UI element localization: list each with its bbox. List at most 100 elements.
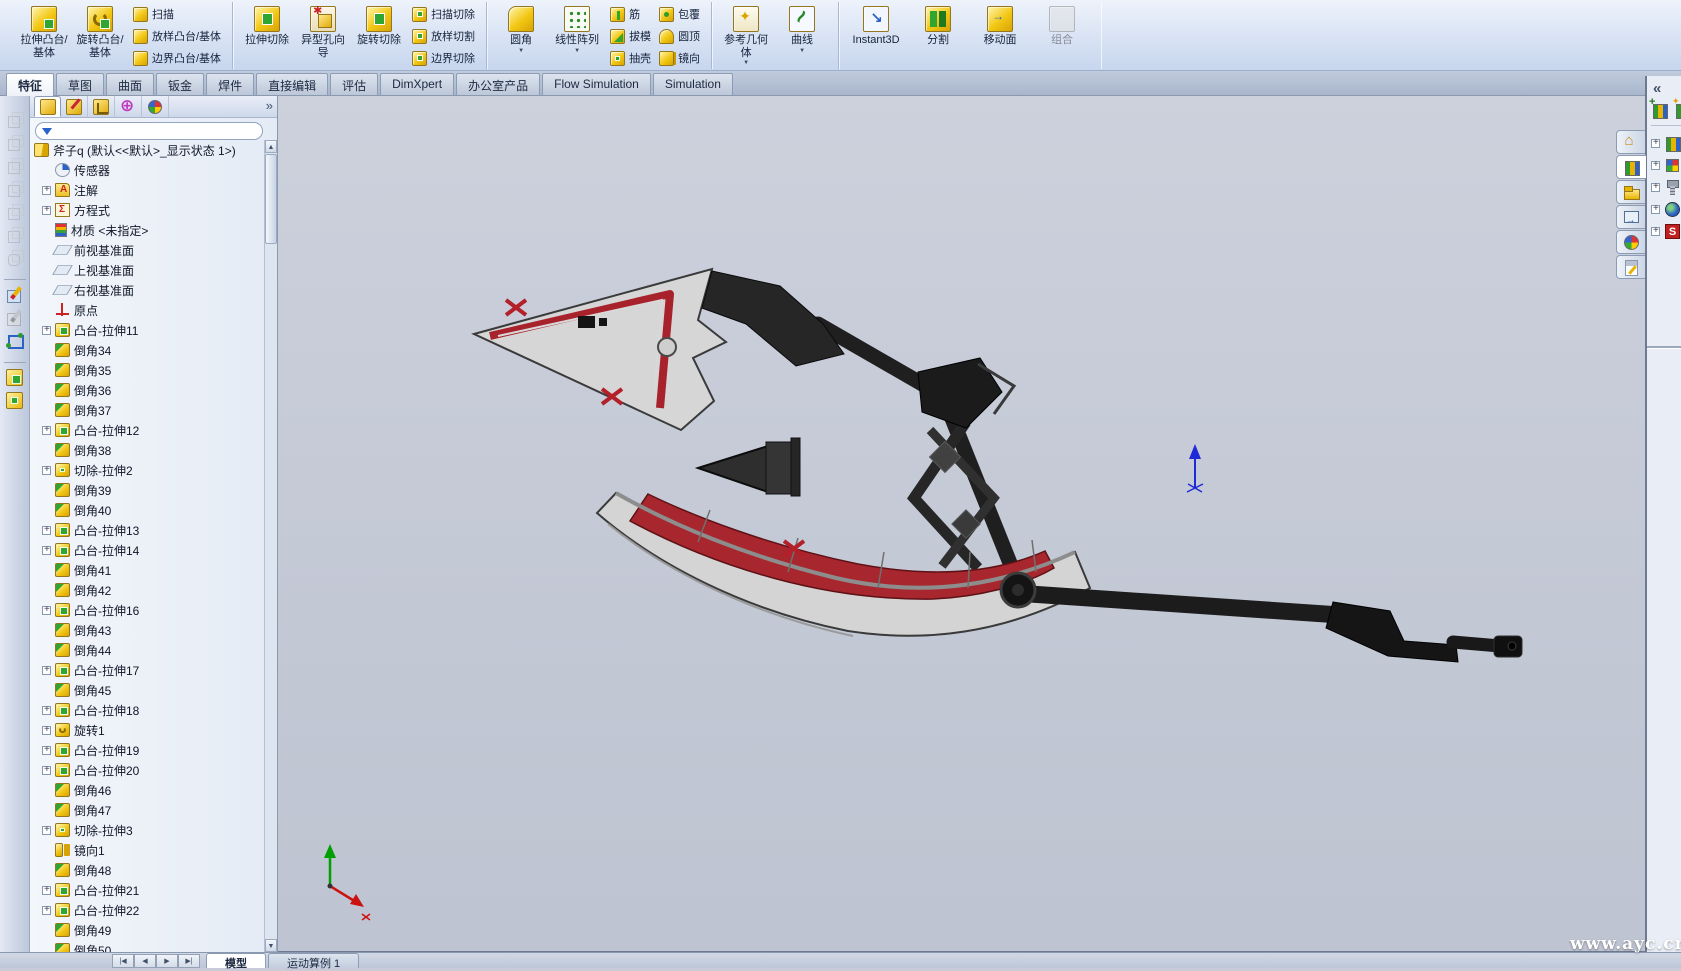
toolbar-button[interactable] bbox=[4, 200, 26, 222]
feature-tree-item[interactable]: 倒角39 bbox=[34, 480, 258, 500]
boundary-cut-button[interactable]: 边界切除 bbox=[409, 47, 478, 69]
toolbar-button[interactable] bbox=[4, 306, 26, 328]
mirror-button[interactable]: 镜向 bbox=[656, 47, 703, 69]
swept-cut-button[interactable]: 扫描切除 bbox=[409, 3, 478, 25]
feature-tree-item[interactable]: 前视基准面 bbox=[34, 240, 258, 260]
bottom-tab[interactable]: 运动算例 1 bbox=[268, 953, 359, 968]
taskpane-tab[interactable] bbox=[1616, 255, 1645, 279]
extrude-boss-button[interactable]: 拉伸凸台/基体 bbox=[16, 3, 72, 60]
revolve-boss-button[interactable]: 旋转凸台/基体 bbox=[72, 3, 128, 60]
linear-pattern-button[interactable]: 线性阵列 bbox=[549, 3, 605, 55]
manager-tab[interactable] bbox=[142, 96, 169, 117]
expand-toggle-icon[interactable] bbox=[1651, 161, 1660, 170]
fillet-button[interactable]: 圆角 bbox=[493, 3, 549, 55]
axe-model[interactable] bbox=[474, 269, 1522, 662]
command-tab[interactable]: 特征 bbox=[6, 73, 54, 96]
feature-tree-item[interactable]: 方程式 bbox=[34, 200, 258, 220]
taskpane-tab[interactable] bbox=[1616, 205, 1645, 229]
shell-button[interactable]: 抽壳 bbox=[607, 47, 654, 69]
feature-tree-item[interactable]: 上视基准面 bbox=[34, 260, 258, 280]
feature-tree-item[interactable]: 倒角47 bbox=[34, 800, 258, 820]
expand-toggle-icon[interactable] bbox=[42, 906, 51, 915]
dropdown-arrow-icon[interactable] bbox=[518, 48, 524, 54]
expand-toggle-icon[interactable] bbox=[1651, 139, 1660, 148]
expand-toggle-icon[interactable] bbox=[42, 526, 51, 535]
expand-toggle-icon[interactable] bbox=[42, 766, 51, 775]
add-file-location-icon[interactable] bbox=[1674, 102, 1681, 119]
feature-tree-item[interactable]: 材质 <未指定> bbox=[34, 220, 258, 240]
taskpane-splitter[interactable] bbox=[1647, 346, 1681, 349]
command-tab[interactable]: 直接编辑 bbox=[256, 73, 328, 95]
feature-tree-item[interactable]: 凸台-拉伸12 bbox=[34, 420, 258, 440]
feature-tree-scrollbar[interactable]: ▲ ▼ bbox=[264, 140, 277, 952]
expand-toggle-icon[interactable] bbox=[42, 326, 51, 335]
hole-wizard-button[interactable]: 异型孔向导 bbox=[295, 3, 351, 60]
expand-toggle-icon[interactable] bbox=[1651, 227, 1660, 236]
command-tab[interactable]: 办公室产品 bbox=[456, 73, 540, 95]
manager-tab[interactable] bbox=[61, 96, 88, 117]
feature-tree-item[interactable]: 倒角35 bbox=[34, 360, 258, 380]
split-button[interactable]: 分割 bbox=[907, 3, 969, 48]
filter-input[interactable] bbox=[58, 124, 256, 138]
feature-tree-item[interactable]: 倒角49 bbox=[34, 920, 258, 940]
toolbar-button[interactable] bbox=[4, 131, 26, 153]
scroll-down-arrow[interactable]: ▼ bbox=[265, 939, 277, 952]
feature-tree-item[interactable]: 凸台-拉伸21 bbox=[34, 880, 258, 900]
toolbar-button[interactable] bbox=[4, 329, 26, 351]
feature-tree-item[interactable]: 凸台-拉伸19 bbox=[34, 740, 258, 760]
feature-tree-item[interactable]: 倒角41 bbox=[34, 560, 258, 580]
expand-toggle-icon[interactable] bbox=[42, 206, 51, 215]
expand-toggle-icon[interactable] bbox=[42, 726, 51, 735]
expand-toggle-icon[interactable] bbox=[42, 606, 51, 615]
command-tab[interactable]: 钣金 bbox=[156, 73, 204, 95]
expand-toggle-icon[interactable] bbox=[1651, 205, 1660, 214]
manager-tab[interactable] bbox=[88, 96, 115, 117]
expand-toggle-icon[interactable] bbox=[1651, 183, 1660, 192]
dropdown-arrow-icon[interactable] bbox=[799, 48, 805, 54]
feature-tree-item[interactable]: 倒角37 bbox=[34, 400, 258, 420]
toolbar-button[interactable] bbox=[4, 223, 26, 245]
toolbar-button[interactable] bbox=[4, 177, 26, 199]
feature-tree-item[interactable]: 倒角50 bbox=[34, 940, 258, 952]
extruded-cut-button[interactable]: 拉伸切除 bbox=[239, 3, 295, 48]
expand-toggle-icon[interactable] bbox=[42, 886, 51, 895]
feature-tree-item[interactable]: 凸台-拉伸16 bbox=[34, 600, 258, 620]
taskpane-tab[interactable] bbox=[1616, 155, 1646, 179]
move-face-button[interactable]: 移动面 bbox=[969, 3, 1031, 48]
feature-tree-item[interactable]: 传感器 bbox=[34, 160, 258, 180]
lofted-cut-button[interactable]: 放样切割 bbox=[409, 25, 478, 47]
tab-scroll-prev-button[interactable]: ◀ bbox=[134, 954, 156, 968]
taskpane-tab[interactable] bbox=[1616, 230, 1645, 254]
toolbar-button[interactable] bbox=[4, 246, 26, 268]
expand-toggle-icon[interactable] bbox=[42, 546, 51, 555]
add-to-library-icon[interactable] bbox=[1651, 102, 1668, 119]
feature-tree-item[interactable]: 凸台-拉伸17 bbox=[34, 660, 258, 680]
graphics-viewport[interactable] bbox=[278, 96, 1645, 952]
feature-tree-root[interactable]: 斧子q (默认<<默认>_显示状态 1>) bbox=[34, 140, 258, 160]
tab-scroll-next-button[interactable]: ▶ bbox=[156, 954, 178, 968]
feature-tree-item[interactable]: 凸台-拉伸14 bbox=[34, 540, 258, 560]
toolbar-button[interactable] bbox=[4, 279, 26, 305]
expand-toggle-icon[interactable] bbox=[42, 426, 51, 435]
toolbar-button[interactable] bbox=[4, 389, 26, 411]
manager-tab[interactable] bbox=[115, 96, 142, 117]
feature-tree-item[interactable]: 凸台-拉伸20 bbox=[34, 760, 258, 780]
command-tab[interactable]: 焊件 bbox=[206, 73, 254, 95]
feature-tree-item[interactable]: 镜向1 bbox=[34, 840, 258, 860]
scrollbar-thumb[interactable] bbox=[265, 154, 277, 244]
scroll-up-arrow[interactable]: ▲ bbox=[265, 140, 277, 153]
feature-tree-item[interactable]: 切除-拉伸3 bbox=[34, 820, 258, 840]
boundary-boss-button[interactable]: 边界凸台/基体 bbox=[130, 47, 224, 69]
expand-toggle-icon[interactable] bbox=[42, 666, 51, 675]
toolbar-button[interactable] bbox=[4, 154, 26, 176]
design-library-node[interactable] bbox=[1651, 220, 1681, 242]
expand-toggle-icon[interactable] bbox=[42, 186, 51, 195]
draft-button[interactable]: 拔模 bbox=[607, 25, 654, 47]
curves-button[interactable]: 曲线 bbox=[774, 3, 830, 55]
design-library-node[interactable] bbox=[1651, 176, 1681, 198]
feature-tree-item[interactable]: 凸台-拉伸13 bbox=[34, 520, 258, 540]
feature-tree-item[interactable]: 倒角34 bbox=[34, 340, 258, 360]
feature-tree-item[interactable]: 倒角38 bbox=[34, 440, 258, 460]
command-tab[interactable]: 评估 bbox=[330, 73, 378, 95]
manager-tab-overflow-chevron[interactable]: » bbox=[266, 98, 273, 113]
